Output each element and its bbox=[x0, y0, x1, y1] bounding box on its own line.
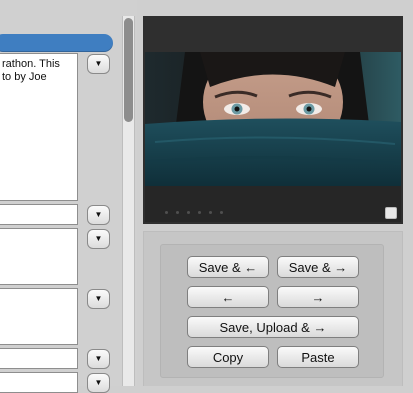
next-button[interactable]: → bbox=[277, 286, 359, 308]
save-next-button[interactable]: Save & → bbox=[277, 256, 359, 278]
description-textarea[interactable]: rathon. This to by Joe bbox=[0, 53, 78, 201]
carousel-dots bbox=[165, 211, 223, 214]
description-dropdown-button[interactable]: ▼ bbox=[87, 54, 110, 74]
input-2-dropdown-button[interactable]: ▼ bbox=[87, 349, 110, 369]
fullscreen-toggle-icon[interactable] bbox=[385, 207, 397, 219]
textarea-2[interactable] bbox=[0, 228, 78, 285]
carousel-dot[interactable] bbox=[176, 211, 179, 214]
textarea-2-dropdown-button[interactable]: ▼ bbox=[87, 229, 110, 249]
form-scrollbar-thumb[interactable] bbox=[124, 18, 133, 122]
description-text: rathon. This to by Joe bbox=[2, 58, 60, 83]
selected-field-bar[interactable] bbox=[0, 34, 113, 52]
text-input-2[interactable] bbox=[0, 348, 78, 369]
carousel-dot[interactable] bbox=[220, 211, 223, 214]
input-3-dropdown-button[interactable]: ▼ bbox=[87, 373, 110, 393]
chevron-down-icon: ▼ bbox=[94, 294, 103, 303]
input-1-dropdown-button[interactable]: ▼ bbox=[87, 205, 110, 225]
text-input-3[interactable] bbox=[0, 372, 78, 393]
save-previous-button[interactable]: Save & ← bbox=[187, 256, 269, 278]
chevron-down-icon: ▼ bbox=[94, 354, 103, 363]
carousel-dot[interactable] bbox=[187, 211, 190, 214]
preview-footer bbox=[145, 186, 401, 222]
photo-preview[interactable] bbox=[145, 52, 401, 186]
carousel-dot[interactable] bbox=[209, 211, 212, 214]
paste-button[interactable]: Paste bbox=[277, 346, 359, 368]
textarea-3[interactable] bbox=[0, 288, 78, 345]
carousel-dot[interactable] bbox=[165, 211, 168, 214]
previous-button[interactable]: ← bbox=[187, 286, 269, 308]
carousel-dot[interactable] bbox=[198, 211, 201, 214]
chevron-down-icon: ▼ bbox=[94, 59, 103, 68]
save-upload-next-button[interactable]: Save, Upload & → bbox=[187, 316, 359, 338]
text-input-1[interactable] bbox=[0, 204, 78, 225]
chevron-down-icon: ▼ bbox=[94, 234, 103, 243]
portrait-photo bbox=[145, 52, 401, 186]
textarea-3-dropdown-button[interactable]: ▼ bbox=[87, 289, 110, 309]
copy-button[interactable]: Copy bbox=[187, 346, 269, 368]
chevron-down-icon: ▼ bbox=[94, 210, 103, 219]
